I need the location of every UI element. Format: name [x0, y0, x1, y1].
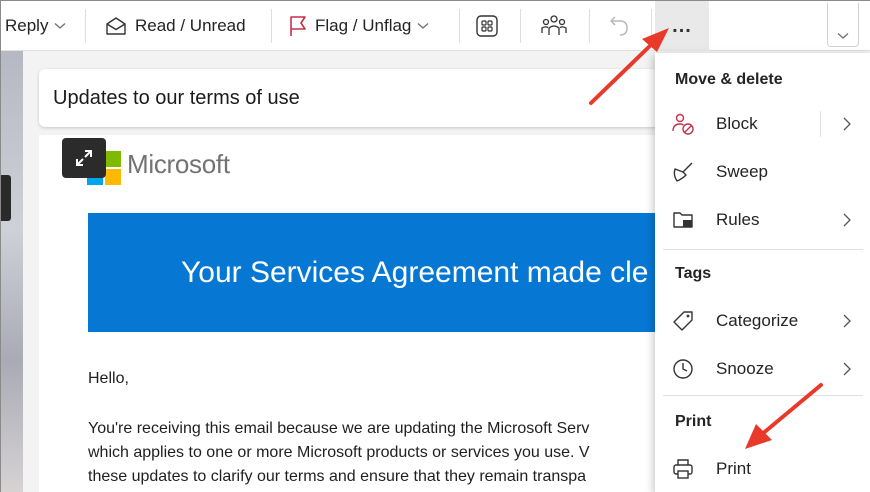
subject-card: Updates to our terms of use [39, 69, 679, 127]
expand-message-button[interactable] [62, 138, 106, 178]
menu-divider [663, 395, 863, 396]
apps-button[interactable] [475, 9, 499, 43]
flag-icon [289, 15, 307, 37]
read-unread-label: Read / Unread [135, 16, 246, 35]
toolbar-divider [651, 9, 652, 43]
undo-button[interactable] [608, 9, 630, 43]
printer-icon [671, 457, 695, 481]
toolbar-divider [589, 9, 590, 43]
pane-resize-handle[interactable] [1, 175, 11, 221]
chevron-right-icon[interactable] [843, 361, 853, 377]
menu-divider [663, 249, 863, 250]
chevron-right-icon[interactable] [843, 313, 853, 329]
ellipsis-icon: ... [672, 14, 692, 37]
toolbar-divider [85, 9, 86, 43]
flag-chevron-down-icon[interactable] [417, 22, 429, 30]
undo-icon [608, 14, 630, 38]
submenu-divider [820, 111, 821, 137]
envelope-open-icon [105, 16, 127, 36]
email-subject: Updates to our terms of use [53, 86, 300, 109]
menu-item-label: Block [716, 114, 758, 133]
chevron-right-icon[interactable] [843, 116, 853, 132]
people-group-icon [541, 14, 567, 38]
sweep-icon [671, 160, 695, 184]
paragraph-line: these updates to clarify our terms and e… [88, 468, 587, 485]
menu-item-sweep[interactable]: Sweep [655, 149, 870, 195]
block-icon [671, 112, 695, 136]
background-wallpaper [1, 51, 23, 492]
toolbar-divider [520, 9, 521, 43]
toolbar-divider [459, 9, 460, 43]
email-banner: Your Services Agreement made cle [88, 213, 679, 332]
menu-section-header: Print [675, 413, 712, 430]
banner-text: Your Services Agreement made cle [181, 255, 649, 289]
tag-icon [671, 309, 695, 333]
menu-section-header: Move & delete [675, 71, 783, 88]
reply-chevron-down-icon[interactable] [54, 22, 66, 30]
flag-unflag-label: Flag / Unflag [315, 16, 412, 35]
read-unread-button[interactable]: Read / Unread [105, 9, 246, 43]
more-options-button[interactable]: ... [655, 1, 709, 51]
reply-label: Reply [5, 16, 49, 35]
ribbon-toolbar: Reply Read / Unread Flag / Unflag ... [1, 1, 870, 51]
menu-item-label: Print [716, 459, 751, 478]
menu-item-snooze[interactable]: Snooze [655, 346, 870, 392]
ribbon-expand-button[interactable] [827, 3, 859, 47]
menu-item-label: Snooze [716, 359, 774, 378]
brand-name: Microsoft [127, 149, 230, 179]
reply-button[interactable]: Reply [5, 9, 66, 43]
toolbar-divider [271, 9, 272, 43]
paragraph-line: You're receiving this email because we a… [88, 420, 590, 437]
more-options-menu: Move & delete Block Sweep Rules Tags Cat… [655, 53, 870, 492]
chevron-right-icon[interactable] [843, 212, 853, 228]
menu-item-label: Rules [716, 210, 760, 229]
logo-square-green [105, 151, 121, 167]
menu-item-label: Sweep [716, 162, 768, 181]
menu-item-block[interactable]: Block [655, 101, 870, 147]
email-greeting: Hello, [88, 370, 129, 387]
menu-item-categorize[interactable]: Categorize [655, 298, 870, 344]
menu-section-header: Tags [675, 265, 712, 282]
menu-item-label: Categorize [716, 311, 799, 330]
flag-unflag-button[interactable]: Flag / Unflag [289, 9, 429, 43]
menu-item-rules[interactable]: Rules [655, 197, 870, 243]
rules-icon [671, 208, 695, 232]
logo-square-yellow [105, 169, 121, 185]
paragraph-line: which applies to one or more Microsoft p… [88, 444, 590, 461]
menu-item-print[interactable]: Print [655, 446, 870, 492]
clock-icon [671, 357, 695, 381]
people-button[interactable] [541, 9, 567, 43]
chevron-down-icon [837, 32, 849, 40]
expand-arrows-icon [74, 148, 94, 168]
email-paragraph: You're receiving this email because we a… [88, 417, 668, 489]
apps-grid-icon [475, 14, 499, 38]
